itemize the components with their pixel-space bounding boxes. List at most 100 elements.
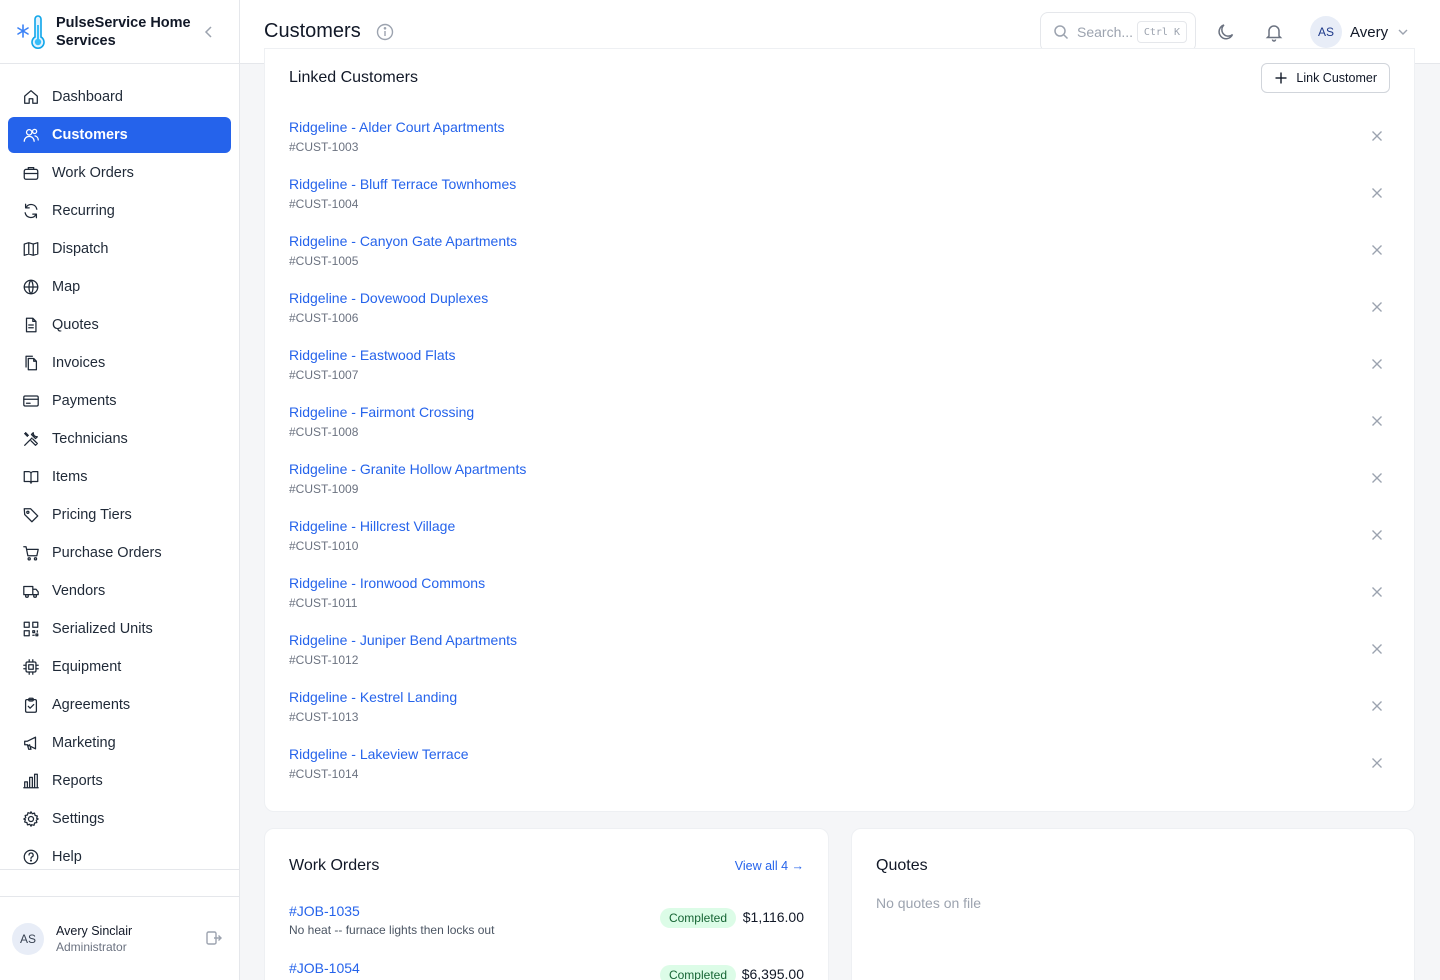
moon-icon[interactable] bbox=[1216, 22, 1236, 42]
sidebar-item-label: Payments bbox=[52, 393, 117, 409]
search-input[interactable]: Search... Ctrl K bbox=[1040, 12, 1196, 52]
list-item: Ridgeline - Fairmont Crossing #CUST-1008 bbox=[289, 404, 1390, 461]
customer-id: #CUST-1009 bbox=[289, 482, 359, 496]
customer-link[interactable]: Ridgeline - Granite Hollow Apartments bbox=[289, 461, 526, 477]
app-name: PulseService Home Services bbox=[56, 14, 191, 49]
customer-id: #CUST-1012 bbox=[289, 653, 359, 667]
customer-id: #CUST-1013 bbox=[289, 710, 359, 724]
customer-link[interactable]: Ridgeline - Fairmont Crossing bbox=[289, 404, 474, 420]
customer-id: #CUST-1010 bbox=[289, 539, 359, 553]
customer-id: #CUST-1011 bbox=[289, 596, 358, 610]
sidebar-item-recurring[interactable]: Recurring bbox=[8, 193, 231, 229]
link-customer-button[interactable]: Link Customer bbox=[1261, 63, 1390, 93]
customer-link[interactable]: Ridgeline - Eastwood Flats bbox=[289, 347, 456, 363]
sidebar-item-marketing[interactable]: Marketing bbox=[8, 725, 231, 761]
list-item: Ridgeline - Hillcrest Village #CUST-1010 bbox=[289, 518, 1390, 575]
customer-link[interactable]: Ridgeline - Juniper Bend Apartments bbox=[289, 632, 517, 648]
customer-link[interactable]: Ridgeline - Ironwood Commons bbox=[289, 575, 485, 591]
sidebar-item-customers[interactable]: Customers bbox=[8, 117, 231, 153]
book-icon bbox=[23, 470, 39, 484]
avatar: AS bbox=[1310, 16, 1342, 48]
list-item: Ridgeline - Granite Hollow Apartments #CU… bbox=[289, 461, 1390, 518]
close-icon[interactable] bbox=[1370, 414, 1384, 428]
sidebar-item-purchase-orders[interactable]: Purchase Orders bbox=[8, 535, 231, 571]
sidebar-item-items[interactable]: Items bbox=[8, 459, 231, 495]
sidebar-item-technicians[interactable]: Technicians bbox=[8, 421, 231, 457]
cart-icon bbox=[23, 546, 39, 561]
avatar[interactable]: AS bbox=[12, 922, 44, 955]
list-item: Ridgeline - Dovewood Duplexes #CUST-1006 bbox=[289, 290, 1390, 347]
document-icon bbox=[25, 317, 37, 333]
sidebar-item-dashboard[interactable]: Dashboard bbox=[8, 79, 231, 115]
work-order-row: #JOB-1035 No heat -- furnace lights then … bbox=[289, 903, 804, 953]
customer-link[interactable]: Ridgeline - Hillcrest Village bbox=[289, 518, 455, 534]
bell-icon[interactable] bbox=[1264, 22, 1284, 42]
clipboard-icon bbox=[24, 697, 38, 713]
refresh-icon bbox=[24, 203, 38, 219]
customer-link[interactable]: Ridgeline - Bluff Terrace Townhomes bbox=[289, 176, 516, 192]
customer-link[interactable]: Ridgeline - Kestrel Landing bbox=[289, 689, 457, 705]
customer-id: #CUST-1005 bbox=[289, 254, 359, 268]
close-icon[interactable] bbox=[1370, 300, 1384, 314]
customer-link[interactable]: Ridgeline - Lakeview Terrace bbox=[289, 746, 469, 762]
info-icon[interactable] bbox=[376, 23, 394, 41]
qr-icon bbox=[23, 621, 39, 637]
sidebar-item-payments[interactable]: Payments bbox=[8, 383, 231, 419]
sidebar-nav: Dashboard Customers Work Orders Recurring Di… bbox=[0, 64, 239, 875]
close-icon[interactable] bbox=[1370, 471, 1384, 485]
list-item: Ridgeline - Juniper Bend Apartments #CUST… bbox=[289, 632, 1390, 689]
sidebar-item-label: Serialized Units bbox=[52, 621, 153, 637]
sidebar-item-label: Invoices bbox=[52, 355, 106, 371]
quotes-card: Quotes No quotes on file bbox=[851, 828, 1415, 980]
sidebar-item-quotes[interactable]: Quotes bbox=[8, 307, 231, 343]
sidebar-item-map[interactable]: Map bbox=[8, 269, 231, 305]
sidebar: PulseService Home Services Dashboard Cust… bbox=[0, 0, 240, 980]
view-all-work-orders-link[interactable]: View all 4 → bbox=[735, 859, 804, 873]
logout-icon[interactable] bbox=[205, 929, 223, 947]
link-customer-label: Link Customer bbox=[1296, 71, 1377, 85]
briefcase-icon bbox=[23, 166, 39, 180]
sidebar-item-reports[interactable]: Reports bbox=[8, 763, 231, 799]
customer-link[interactable]: Ridgeline - Canyon Gate Apartments bbox=[289, 233, 517, 249]
work-order-amount: $6,395.00 bbox=[741, 966, 804, 980]
close-icon[interactable] bbox=[1370, 129, 1384, 143]
list-item: Ridgeline - Lakeview Terrace #CUST-1014 bbox=[289, 746, 1390, 803]
help-icon bbox=[23, 849, 39, 865]
sidebar-item-agreements[interactable]: Agreements bbox=[8, 687, 231, 723]
sidebar-item-pricing-tiers[interactable]: Pricing Tiers bbox=[8, 497, 231, 533]
customer-link[interactable]: Ridgeline - Alder Court Apartments bbox=[289, 119, 505, 135]
close-icon[interactable] bbox=[1370, 528, 1384, 542]
brand: PulseService Home Services bbox=[0, 0, 239, 64]
thermometer-snowflake-logo-icon bbox=[17, 14, 45, 49]
sidebar-item-vendors[interactable]: Vendors bbox=[8, 573, 231, 609]
user-name: Avery Sinclair bbox=[56, 923, 133, 938]
account-menu[interactable]: AS Avery bbox=[1310, 16, 1410, 48]
sidebar-item-label: Recurring bbox=[52, 203, 115, 219]
list-item: Ridgeline - Alder Court Apartments #CUST-… bbox=[289, 119, 1390, 176]
sidebar-item-invoices[interactable]: Invoices bbox=[8, 345, 231, 381]
user-role: Administrator bbox=[56, 939, 127, 954]
quotes-title: Quotes bbox=[876, 857, 928, 874]
customer-link[interactable]: Ridgeline - Dovewood Duplexes bbox=[289, 290, 488, 306]
close-icon[interactable] bbox=[1370, 243, 1384, 257]
map-fold-icon bbox=[23, 242, 39, 256]
close-icon[interactable] bbox=[1370, 699, 1384, 713]
users-icon bbox=[23, 128, 39, 142]
account-name: Avery bbox=[1350, 23, 1389, 41]
close-icon[interactable] bbox=[1370, 756, 1384, 770]
status-badge: Completed bbox=[659, 908, 736, 928]
chip-icon bbox=[23, 659, 39, 675]
close-icon[interactable] bbox=[1370, 357, 1384, 371]
list-item: Ridgeline - Eastwood Flats #CUST-1007 bbox=[289, 347, 1390, 404]
chevron-left-icon[interactable] bbox=[201, 24, 217, 40]
sidebar-item-settings[interactable]: Settings bbox=[8, 801, 231, 837]
sidebar-item-serialized-units[interactable]: Serialized Units bbox=[8, 611, 231, 647]
close-icon[interactable] bbox=[1370, 585, 1384, 599]
close-icon[interactable] bbox=[1370, 642, 1384, 656]
sidebar-item-label: Work Orders bbox=[52, 165, 134, 181]
customer-id: #CUST-1007 bbox=[289, 368, 359, 382]
sidebar-item-work-orders[interactable]: Work Orders bbox=[8, 155, 231, 191]
sidebar-item-equipment[interactable]: Equipment bbox=[8, 649, 231, 685]
sidebar-item-dispatch[interactable]: Dispatch bbox=[8, 231, 231, 267]
close-icon[interactable] bbox=[1370, 186, 1384, 200]
